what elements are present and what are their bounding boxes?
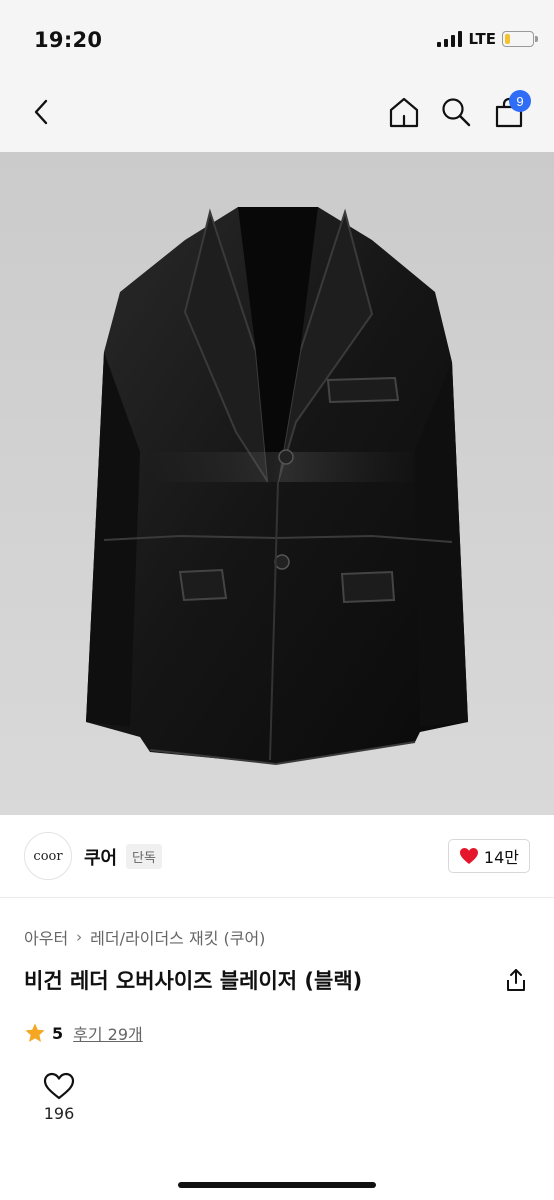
share-button[interactable] [502,965,530,995]
cart-button[interactable]: 9 [489,90,531,132]
search-icon [442,98,471,127]
home-icon [389,97,419,128]
product-image[interactable] [0,152,554,815]
star-icon [25,1023,45,1042]
battery-icon [502,31,538,47]
status-time: 19:20 [34,28,103,52]
breadcrumb-item[interactable]: 아우터 [24,925,68,949]
wishlist-button[interactable]: 196 [38,1072,80,1123]
brand-like-count: 14만 [483,848,519,867]
home-button[interactable] [384,92,424,132]
status-indicators: LTE [437,30,538,48]
search-button[interactable] [436,92,476,132]
exclusive-badge: 단독 [126,844,162,869]
home-indicator [178,1182,376,1188]
seller-row: coor 쿠어 단독 14만 [24,832,530,880]
top-nav-bar: 9 [0,80,554,152]
seller-name[interactable]: 쿠어 [84,844,117,870]
reviews-link[interactable]: 후기 29개 [73,1021,143,1045]
signal-icon [437,31,463,47]
chevron-left-icon [34,99,48,125]
seller-logo[interactable]: coor [24,832,72,880]
breadcrumb-item[interactable]: 레더/라이더스 재킷 (쿠어) [90,925,265,949]
cart-count-badge: 9 [509,90,531,112]
back-button[interactable] [22,92,62,132]
leather-jacket-illustration [86,207,468,766]
status-bar: 19:20 LTE [0,0,554,80]
rating-row: 5 후기 29개 [24,1021,143,1045]
network-label: LTE [468,30,496,48]
battery-level [505,34,511,44]
heart-outline-icon [43,1072,75,1100]
divider [0,897,554,898]
breadcrumb: 아우터 › 레더/라이더스 재킷 (쿠어) [24,925,265,949]
product-title: 비건 레더 오버사이즈 블레이저 (블랙) [24,969,363,993]
wishlist-count: 196 [43,1104,75,1123]
chevron-right-icon: › [76,928,83,946]
rating-value: 5 [52,1023,64,1043]
brand-like-button[interactable]: 14만 [447,839,530,873]
share-icon [507,969,525,991]
heart-filled-icon [459,848,478,864]
